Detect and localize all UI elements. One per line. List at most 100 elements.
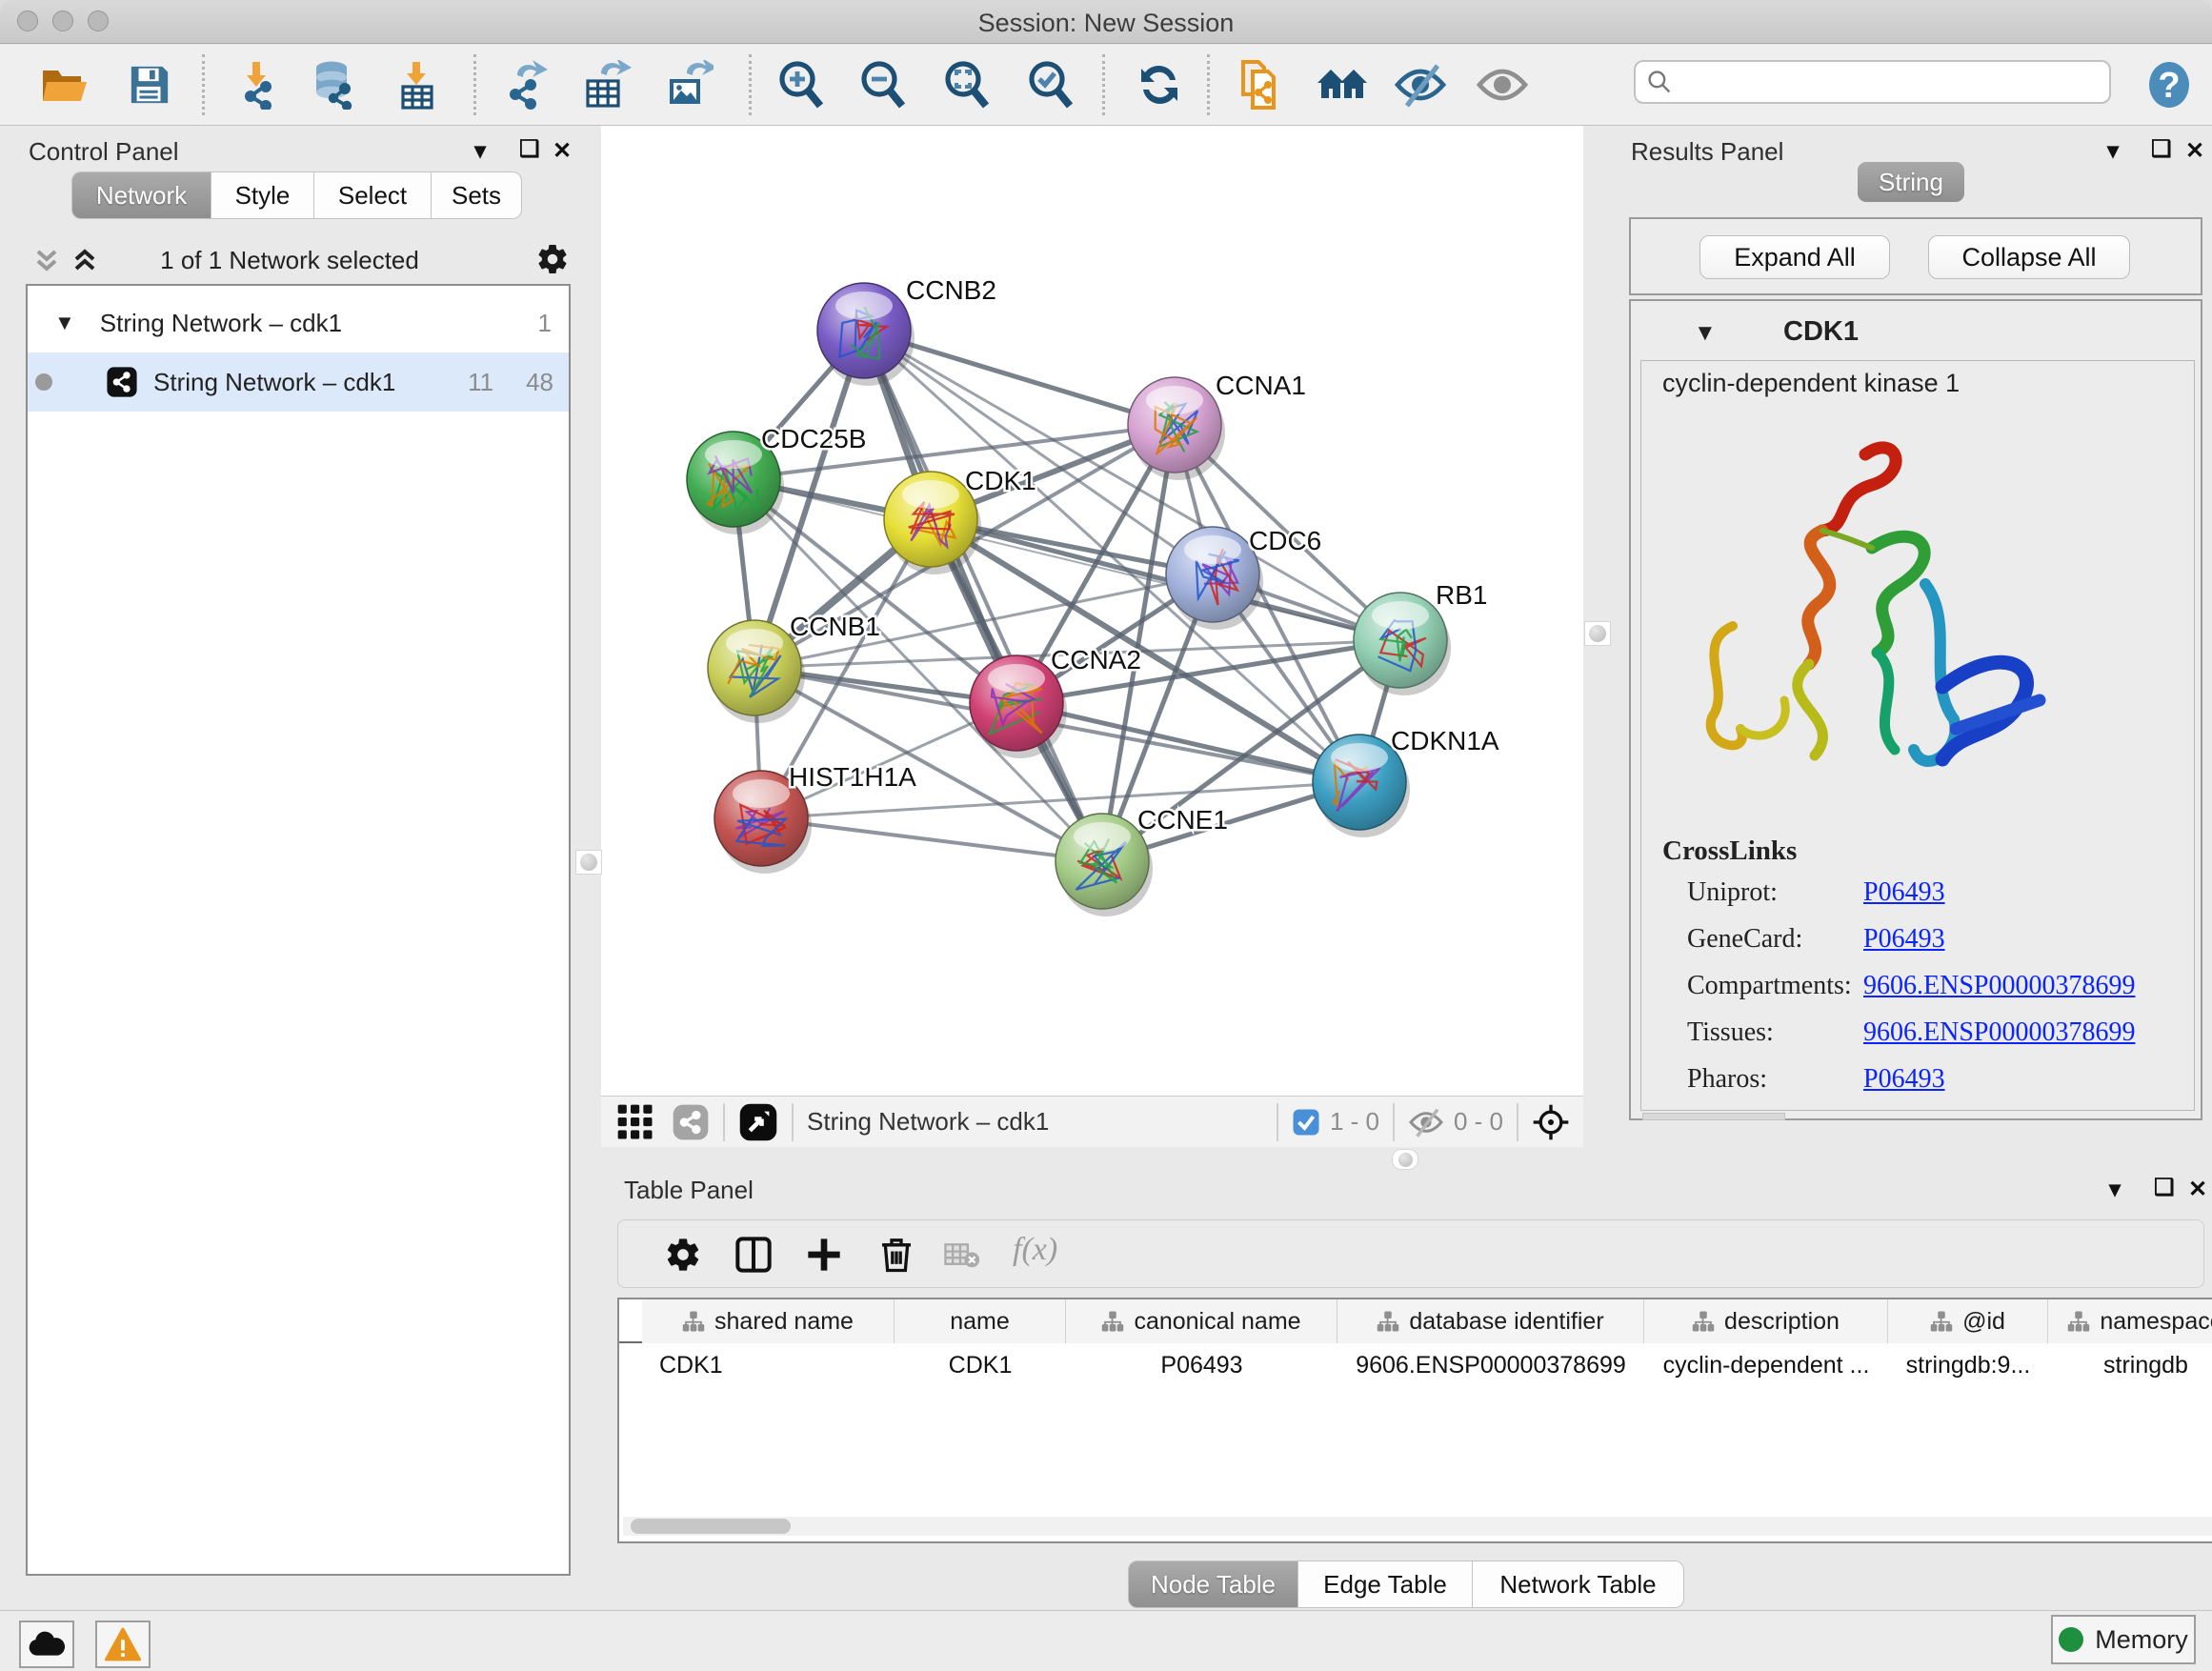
tab-select[interactable]: Select [314,171,432,219]
results-horizontal-scrollbar[interactable] [1642,1113,1785,1120]
show-all-button[interactable] [1475,56,1530,113]
clone-network-button[interactable] [1233,56,1288,113]
zoom-in-button[interactable] [774,56,829,113]
scrollbar-thumb[interactable] [631,1519,791,1534]
tab-sets[interactable]: Sets [432,171,522,219]
network-node-CCNA1[interactable] [1128,377,1225,480]
export-image-button[interactable] [661,56,716,113]
zoom-out-button[interactable] [855,56,911,113]
node-label-CCNA1: CCNA1 [1216,371,1306,400]
import-table-icon [392,60,441,110]
grid-view-icon[interactable] [616,1103,654,1141]
expand-all-chevron-icon[interactable] [32,246,61,276]
collection-expand-arrow-icon[interactable]: ▼ [54,311,75,335]
table-horizontal-scrollbar[interactable] [623,1517,2212,1536]
save-session-button[interactable] [122,56,177,113]
hide-selected-button[interactable] [1393,56,1448,113]
table-panel-close-icon[interactable]: ✕ [2188,1176,2207,1203]
zoom-selected-button[interactable] [1023,56,1078,113]
crosslink-value-link[interactable]: P06493 [1863,924,1945,955]
tab-style[interactable]: Style [211,171,314,219]
column-header-description[interactable]: description [1644,1299,1888,1343]
network-view-share-icon[interactable] [672,1103,710,1141]
cell-name[interactable]: CDK1 [895,1343,1066,1387]
crosslink-value-link[interactable]: P06493 [1863,1064,1945,1095]
birds-eye-view-icon[interactable] [738,1102,778,1142]
export-network-button[interactable] [499,56,554,113]
delete-column-trash-icon[interactable] [877,1234,915,1274]
import-table-button[interactable] [389,56,444,113]
string-home-button[interactable] [1315,56,1370,113]
cell-namespace[interactable]: stringdb [2048,1343,2212,1387]
selected-checkbox-icon[interactable] [1292,1108,1320,1137]
import-network-database-button[interactable] [307,56,362,113]
memory-button[interactable]: Memory [2051,1615,2196,1664]
column-header-shared-name[interactable]: shared name [642,1299,895,1343]
column-header-database-identifier[interactable]: database identifier [1337,1299,1644,1343]
hidden-eye-slash-icon[interactable] [1408,1107,1444,1137]
tab-network[interactable]: Network [71,171,211,219]
tab-string[interactable]: String [1858,162,1964,202]
open-session-button[interactable] [38,56,93,113]
crosslink-label: Pharos: [1687,1064,1863,1095]
crosshair-icon[interactable] [1532,1103,1570,1141]
database-icon [309,60,360,110]
cell-shared-name[interactable]: CDK1 [642,1343,895,1387]
network-view-title: String Network – cdk1 [807,1107,1049,1137]
cell--id[interactable]: stringdb:9... [1888,1343,2048,1387]
column-type-icon [1101,1310,1124,1333]
network-view-canvas[interactable]: CCNB2CCNA1CDC25BCDK1CDC6RB1CCNB1CCNA2CDK… [601,126,1583,1096]
collapse-all-button[interactable]: Collapse All [1928,235,2130,279]
bottom-splitter-handle[interactable] [1392,1149,1418,1170]
zoom-fit-button[interactable] [939,56,995,113]
cell-canonical-name[interactable]: P06493 [1066,1343,1337,1387]
import-network-file-button[interactable] [229,56,284,113]
selected-count: 1 - 0 [1330,1107,1379,1137]
results-panel-menu-icon[interactable]: ▾ [2107,137,2119,165]
cloud-status-button[interactable] [19,1621,74,1668]
control-panel-float-icon[interactable]: ❑ [519,135,540,163]
tab-edge-table[interactable]: Edge Table [1298,1560,1473,1608]
crosslink-value-link[interactable]: 9606.ENSP00000378699 [1863,1017,2135,1048]
control-panel-close-icon[interactable]: ✕ [553,137,572,165]
column-header-namespace[interactable]: namespace [2048,1299,2212,1343]
crosslink-value-link[interactable]: P06493 [1863,877,1945,908]
cell-description[interactable]: cyclin-dependent ... [1644,1343,1888,1387]
warning-status-button[interactable] [95,1621,151,1668]
column-header--id[interactable]: @id [1888,1299,2048,1343]
refresh-layout-button[interactable] [1132,56,1187,113]
column-header-name[interactable]: name [895,1299,1066,1343]
table-panel-menu-icon[interactable]: ▾ [2109,1176,2121,1203]
right-splitter-handle[interactable] [1584,621,1611,646]
network-graph[interactable]: CCNB2CCNA1CDC25BCDK1CDC6RB1CCNB1CCNA2CDK… [601,126,1583,1096]
split-columns-icon[interactable] [734,1236,773,1274]
tab-network-table[interactable]: Network Table [1473,1560,1684,1608]
crosslink-value-link[interactable]: 9606.ENSP00000378699 [1863,971,2135,1001]
collapse-all-chevron-icon[interactable] [70,246,99,276]
node-table: shared namenamecanonical namedatabase id… [617,1298,2212,1543]
expand-all-button[interactable]: Expand All [1699,235,1890,279]
table-panel-float-icon[interactable]: ❑ [2154,1174,2175,1201]
left-splitter-handle[interactable] [575,850,602,875]
results-panel: Results Panel ▾ ❑ ✕ String Expand All Co… [1619,126,2212,1153]
network-collection-row[interactable]: ▼ String Network – cdk1 1 [28,293,569,352]
network-row[interactable]: String Network – cdk1 11 48 [28,352,569,412]
node-label-CCNB1: CCNB1 [790,612,880,641]
results-panel-float-icon[interactable]: ❑ [2151,135,2172,163]
node-label-HIST1H1A: HIST1H1A [789,762,916,792]
eye-icon [1476,62,1529,108]
table-options-gear-icon[interactable] [664,1236,702,1274]
delete-table-icon [944,1241,980,1270]
add-column-plus-icon[interactable] [805,1236,843,1274]
crosslink-label: Uniprot: [1687,877,1863,908]
network-options-gear-icon[interactable] [535,242,570,276]
control-panel-menu-icon[interactable]: ▾ [474,137,486,165]
gene-collapse-arrow-icon[interactable]: ▼ [1694,320,1717,347]
tab-node-table[interactable]: Node Table [1128,1560,1298,1608]
results-panel-close-icon[interactable]: ✕ [2185,137,2204,165]
export-table-button[interactable] [579,56,634,113]
column-header-canonical-name[interactable]: canonical name [1066,1299,1337,1343]
cell-database-identifier[interactable]: 9606.ENSP00000378699 [1337,1343,1644,1387]
search-input[interactable] [1634,60,2111,104]
help-button[interactable]: ? [2142,56,2197,113]
